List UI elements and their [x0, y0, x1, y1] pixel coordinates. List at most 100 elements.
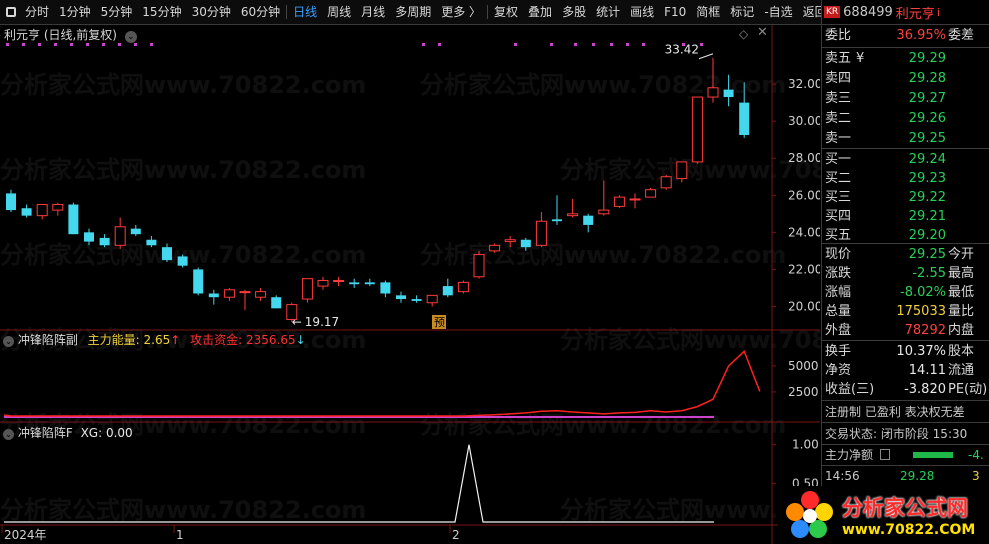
- quote-row[interactable]: 现价 29.25 今开: [822, 245, 989, 265]
- row-label: 现价: [825, 247, 852, 262]
- signal-dot: [134, 43, 137, 46]
- kline-chart[interactable]: 32.0030.0028.0026.0024.0022.0020.0033.42…: [0, 25, 820, 544]
- ask-row[interactable]: 卖二 29.26: [822, 109, 989, 129]
- signal-dot: [574, 43, 577, 46]
- toolbar-item[interactable]: 1分钟: [54, 0, 96, 24]
- y-tick-label: 22.00: [788, 262, 820, 276]
- sub2-icon[interactable]: ⌄: [3, 429, 14, 440]
- x-tick-label: 2024年: [4, 528, 47, 542]
- toolbar-item[interactable]: 简框: [691, 0, 725, 24]
- ask-row[interactable]: 卖四 29.28: [822, 69, 989, 89]
- toolbar-item[interactable]: -自选: [759, 0, 797, 24]
- ask-row[interactable]: 卖一 29.25: [822, 129, 989, 149]
- y-tick-label: 5000: [788, 359, 819, 373]
- list-icon[interactable]: [880, 449, 890, 460]
- main-net-row[interactable]: 主力净额 -4.: [822, 445, 989, 465]
- window-icon[interactable]: [4, 5, 18, 19]
- weibi-row[interactable]: 委比 36.95% 委差: [822, 26, 989, 46]
- toolbar-item[interactable]: 多股: [557, 0, 591, 24]
- row-value: 29.21: [908, 209, 946, 224]
- row-value: 175033: [896, 304, 946, 319]
- close-panel-icon[interactable]: ✕: [757, 25, 768, 40]
- candle-body-up: [333, 280, 345, 283]
- row-label: 外盘: [825, 323, 852, 338]
- quote-row[interactable]: 总量 175033 量比: [822, 302, 989, 322]
- diamond-icon[interactable]: ◇: [739, 27, 748, 41]
- row-label: 卖一: [825, 131, 852, 146]
- signal-dot: [118, 43, 121, 46]
- bid-row[interactable]: 买四 29.21: [822, 207, 989, 227]
- candle-body-up: [473, 254, 485, 278]
- ask-row[interactable]: 卖五 29.29 ¥: [822, 49, 989, 69]
- toolbar-item[interactable]: 5分钟: [96, 0, 138, 24]
- signal-dot: [422, 43, 425, 46]
- toolbar-item[interactable]: 叠加: [523, 0, 557, 24]
- signal-dot: [70, 43, 73, 46]
- sub1-header: ⌄ 冲锋陷阵副 主力能量: 2.65↑ 攻击资金: 2356.65↓: [3, 331, 306, 348]
- bid-row[interactable]: 买二 29.23: [822, 169, 989, 189]
- info-icon[interactable]: i: [937, 6, 940, 19]
- quote-row[interactable]: 涨幅 -8.02% 最低: [822, 283, 989, 303]
- toolbar-separator: [286, 5, 288, 19]
- candle-body-down: [130, 228, 141, 235]
- chart-area: 分析家公式网www.70822.com 分析家公式网www.70822.com 分析…: [0, 25, 926, 544]
- row-value: 29.29: [908, 51, 946, 66]
- fund-row[interactable]: 换手 10.37% 股本: [822, 342, 989, 362]
- toolbar-item[interactable]: 周线: [322, 0, 356, 24]
- toolbar-item[interactable]: 60分钟: [236, 0, 285, 24]
- candle-body-up: [598, 209, 610, 215]
- quote-row[interactable]: 外盘 78292 内盘: [822, 321, 989, 341]
- chevron-down-icon[interactable]: ⌄: [124, 31, 137, 43]
- sub1-icon[interactable]: ⌄: [3, 336, 14, 347]
- chart-title: 利元亨 (日线,前复权) ⌄: [4, 26, 137, 43]
- toolbar-item[interactable]: F10: [659, 0, 691, 24]
- toolbar-item[interactable]: 15分钟: [137, 0, 186, 24]
- fund-row[interactable]: 收益(三) -3.820 PE(动): [822, 380, 989, 400]
- row-value: 29.27: [908, 91, 946, 106]
- fund-row[interactable]: 净资 14.11 流通: [822, 361, 989, 381]
- toolbar-item[interactable]: 复权: [489, 0, 523, 24]
- toolbar-item[interactable]: 标记: [725, 0, 759, 24]
- quote-row[interactable]: 涨跌 -2.55 最高: [822, 264, 989, 284]
- trade-status: 交易状态: 闭市阶段 15:30: [825, 427, 968, 441]
- ask-row[interactable]: 卖三 29.27: [822, 89, 989, 109]
- stock-code: 688499: [843, 4, 893, 20]
- signal-dot: [86, 43, 89, 46]
- candle-body-down: [208, 293, 219, 298]
- y-tick-label: 30.00: [788, 114, 820, 128]
- row-label: 涨幅: [825, 285, 852, 300]
- toolbar-item[interactable]: 日线: [288, 0, 322, 24]
- low-price-label: 19.17: [305, 315, 339, 329]
- signal-dot: [38, 43, 41, 46]
- tick-time: 14:56: [825, 469, 860, 483]
- xg-signal-line: [4, 444, 714, 523]
- down-arrow-icon: ↓: [295, 333, 306, 347]
- candle-body-up: [317, 280, 329, 287]
- bid-row[interactable]: 买三 29.22: [822, 188, 989, 208]
- toolbar-item[interactable]: 统计: [591, 0, 625, 24]
- row-right-label: 量比: [948, 304, 975, 319]
- bid-row[interactable]: 买一 29.24: [822, 150, 989, 170]
- candle-body-up: [707, 87, 719, 98]
- xg-value: 0.00: [105, 426, 133, 440]
- attack-label: 攻击资金:: [190, 333, 243, 347]
- toolbar-item[interactable]: 多周期: [390, 0, 436, 24]
- tick-row: 14:56 29.28 3: [822, 466, 989, 486]
- toolbar-item[interactable]: 更多 〉: [436, 0, 486, 24]
- divider: [822, 340, 989, 341]
- toolbar-item[interactable]: 画线: [625, 0, 659, 24]
- row-label: 卖三: [825, 91, 852, 106]
- row-value: 29.25: [908, 247, 946, 262]
- candle-body-down: [349, 282, 360, 285]
- candle-body-down: [411, 299, 422, 301]
- row-value: 29.25: [908, 131, 946, 146]
- candle-body-up: [504, 239, 516, 243]
- signal-dot: [22, 43, 25, 46]
- attack-fund-line: [3, 350, 761, 417]
- toolbar-item[interactable]: 30分钟: [187, 0, 236, 24]
- toolbar-item[interactable]: 分时: [20, 0, 54, 24]
- toolbar-item[interactable]: 月线: [356, 0, 390, 24]
- candle-body-down: [193, 269, 204, 294]
- up-arrow-icon: ↑: [170, 333, 181, 347]
- signal-dot: [514, 43, 517, 46]
